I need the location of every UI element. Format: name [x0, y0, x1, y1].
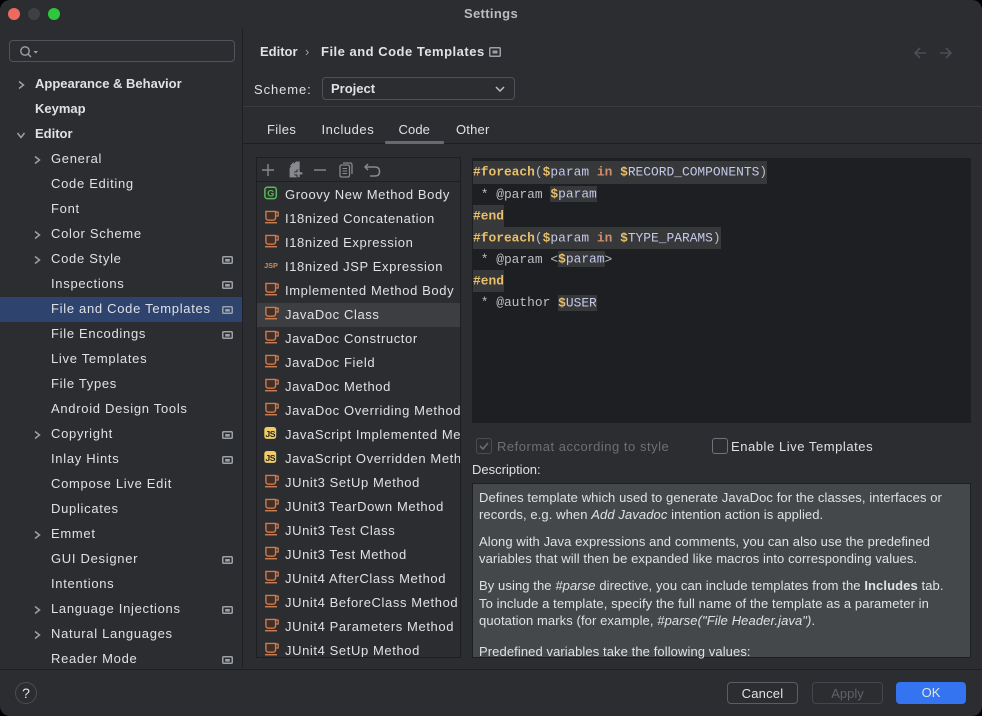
svg-text:G: G	[267, 188, 274, 198]
svg-text:JS: JS	[265, 453, 275, 463]
svg-text:JS: JS	[265, 429, 275, 439]
svg-text:JSP: JSP	[264, 261, 278, 270]
